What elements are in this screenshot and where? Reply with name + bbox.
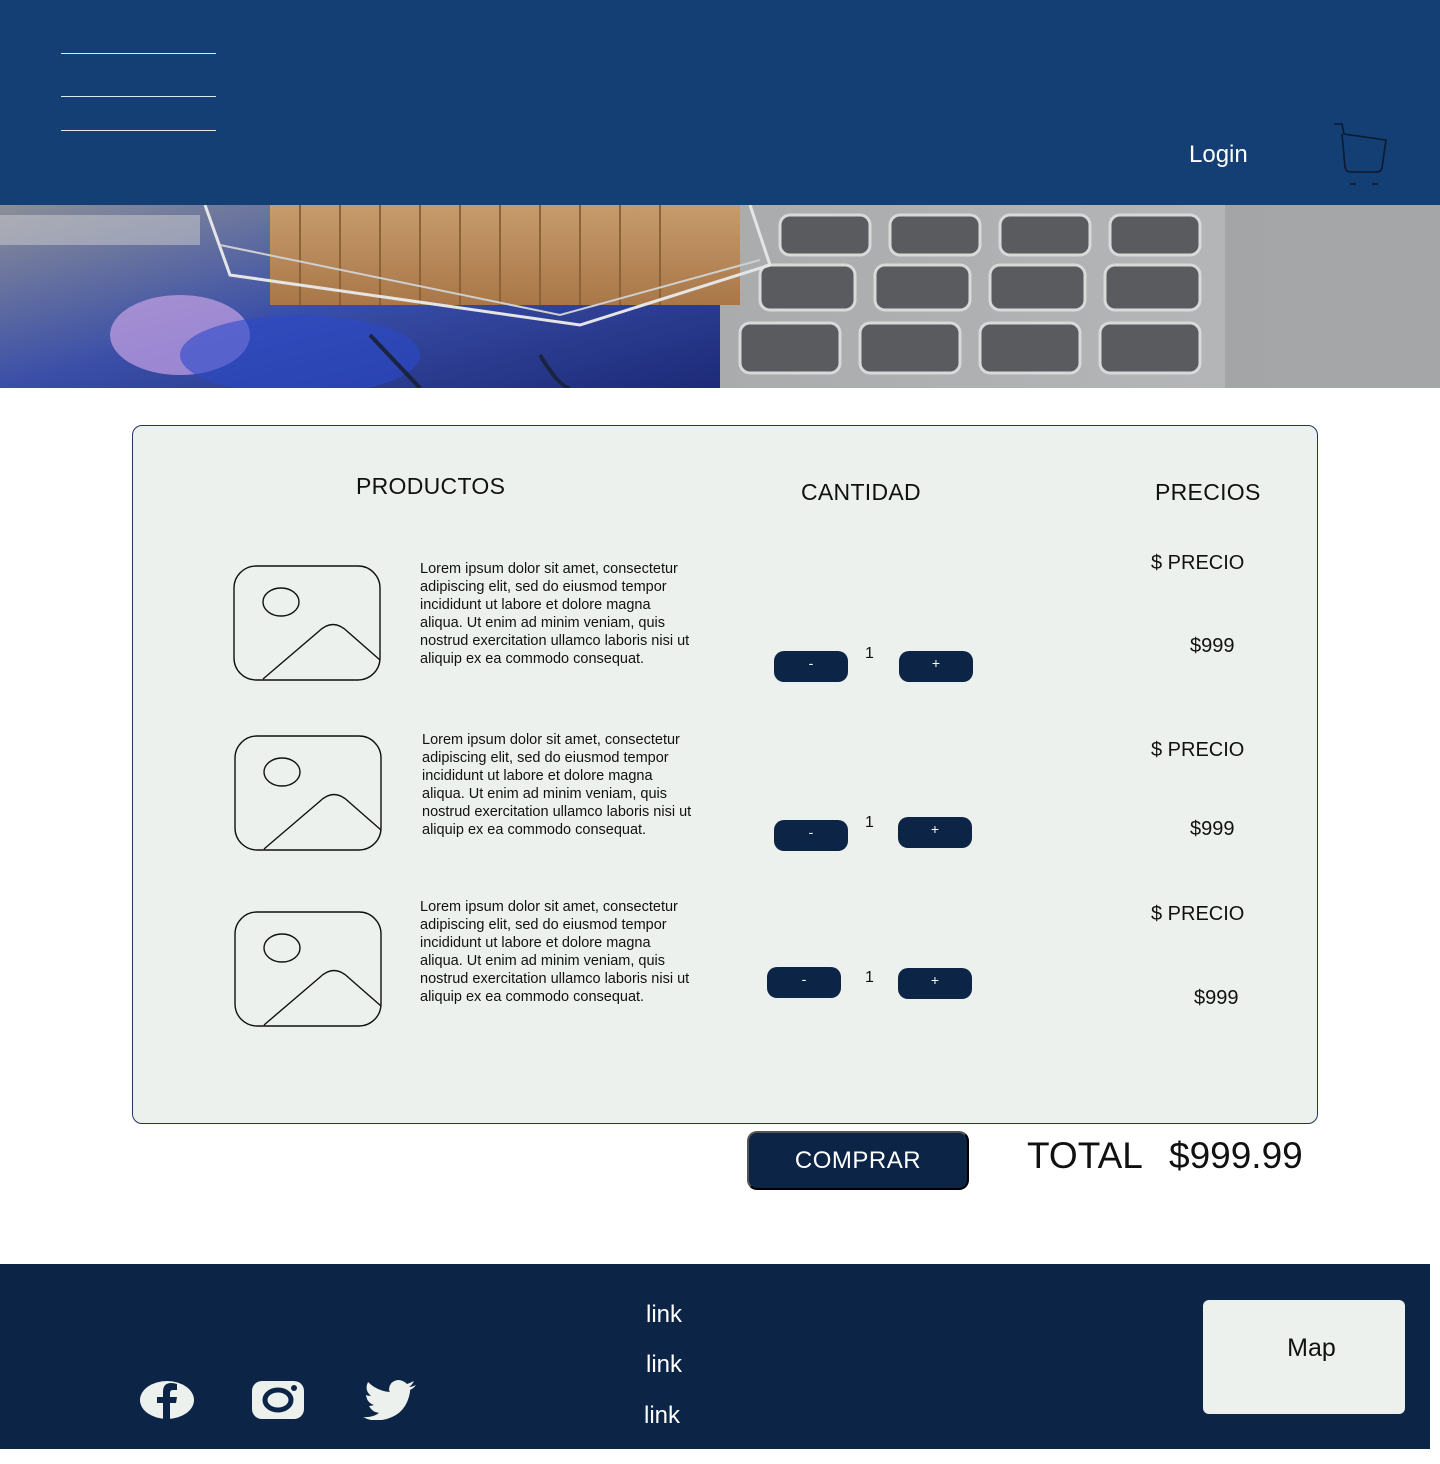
map-label: Map bbox=[1287, 1334, 1336, 1362]
increase-quantity-button[interactable]: + bbox=[898, 968, 972, 999]
shopping-cart-icon[interactable] bbox=[1330, 120, 1390, 190]
menu-line bbox=[61, 130, 216, 131]
map-box[interactable]: Map bbox=[1203, 1300, 1405, 1414]
quantity-value: 1 bbox=[865, 814, 874, 831]
quantity-value: 1 bbox=[865, 969, 874, 986]
product-description: Lorem ipsum dolor sit amet, consectetur … bbox=[422, 732, 692, 838]
buy-button[interactable]: COMPRAR bbox=[747, 1131, 969, 1190]
facebook-icon[interactable] bbox=[139, 1380, 195, 1420]
increase-quantity-button[interactable]: + bbox=[899, 651, 973, 682]
menu-line bbox=[61, 53, 216, 54]
instagram-icon[interactable] bbox=[250, 1380, 306, 1420]
price-label: $ PRECIO bbox=[1151, 739, 1245, 761]
menu-line bbox=[61, 96, 216, 97]
product-image-placeholder-icon bbox=[234, 735, 382, 851]
products-column-header: PRODUCTOS bbox=[356, 473, 506, 499]
twitter-icon[interactable] bbox=[362, 1380, 418, 1420]
decrease-quantity-button[interactable]: - bbox=[767, 967, 841, 998]
login-link[interactable]: Login bbox=[1189, 141, 1248, 169]
price-value: $999 bbox=[1190, 635, 1235, 657]
footer-link[interactable]: link bbox=[644, 1402, 680, 1430]
price-value: $999 bbox=[1190, 818, 1235, 840]
total-value: $999.99 bbox=[1169, 1135, 1303, 1176]
footer-link[interactable]: link bbox=[646, 1301, 682, 1329]
site-footer: link link link Map bbox=[0, 1264, 1430, 1449]
quantity-value: 1 bbox=[865, 645, 874, 662]
cart-panel: PRODUCTOS CANTIDAD PRECIOS Lorem ipsum d… bbox=[132, 425, 1318, 1124]
total-label: TOTAL bbox=[1027, 1135, 1143, 1176]
price-label: $ PRECIO bbox=[1151, 552, 1245, 574]
shopping-cart-keyboard-image bbox=[0, 205, 1440, 388]
product-image-placeholder-icon bbox=[233, 565, 381, 681]
price-value: $999 bbox=[1194, 987, 1239, 1009]
price-label: $ PRECIO bbox=[1151, 903, 1245, 925]
product-description: Lorem ipsum dolor sit amet, consectetur … bbox=[420, 561, 690, 667]
prices-column-header: PRECIOS bbox=[1155, 479, 1261, 505]
footer-link[interactable]: link bbox=[646, 1351, 682, 1379]
hero-banner-image bbox=[0, 205, 1440, 388]
quantity-column-header: CANTIDAD bbox=[801, 479, 921, 505]
product-image-placeholder-icon bbox=[234, 911, 382, 1027]
decrease-quantity-button[interactable]: - bbox=[774, 651, 848, 682]
site-header: Login bbox=[0, 0, 1440, 205]
product-description: Lorem ipsum dolor sit amet, consectetur … bbox=[420, 899, 690, 1005]
decrease-quantity-button[interactable]: - bbox=[774, 820, 848, 851]
increase-quantity-button[interactable]: + bbox=[898, 817, 972, 848]
